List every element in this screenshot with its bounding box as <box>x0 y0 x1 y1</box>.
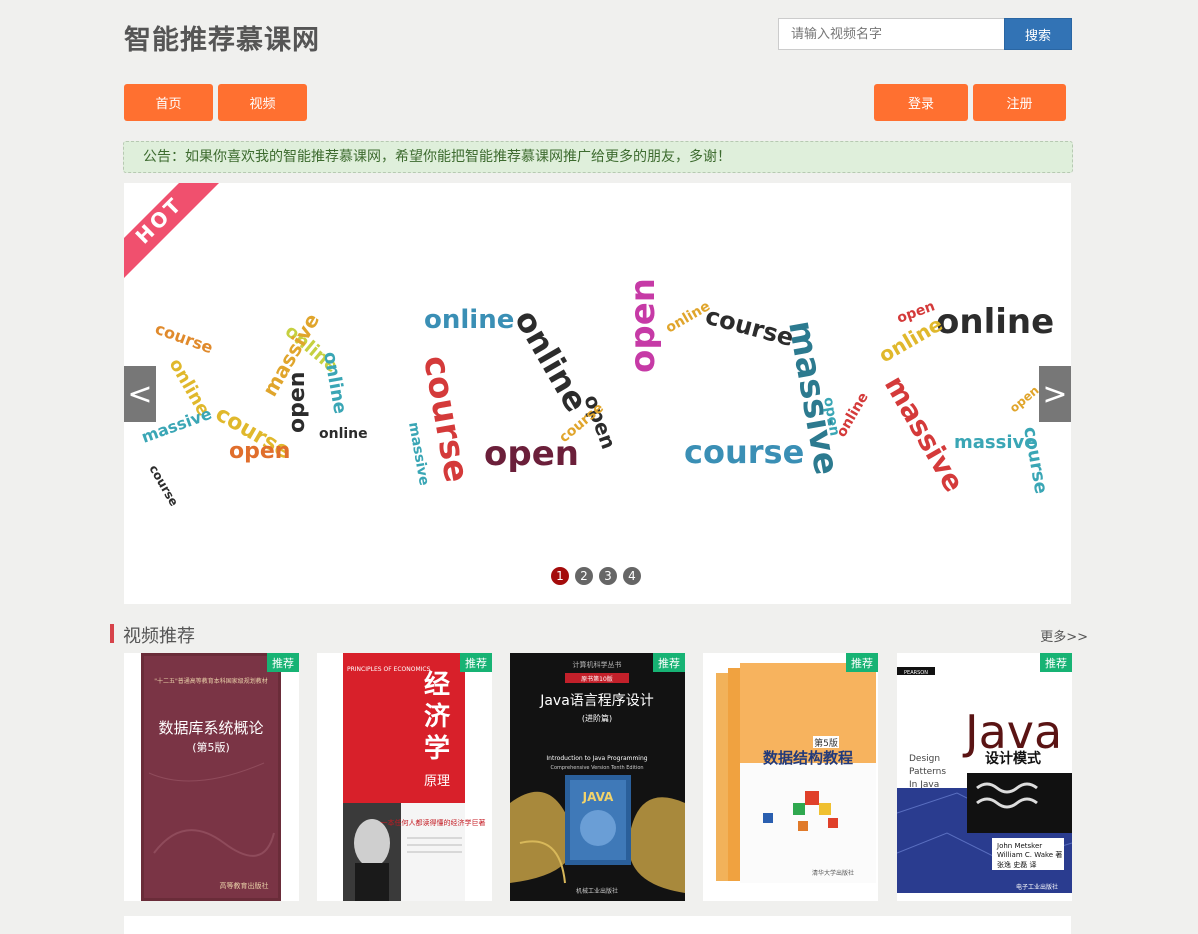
svg-text:原理: 原理 <box>424 774 450 789</box>
video-card-4[interactable]: 第5版 数据结构教程 清华大学出版社 推荐 <box>703 653 878 901</box>
svg-text:(第5版): (第5版) <box>192 740 230 754</box>
svg-text:online: online <box>319 426 368 442</box>
recommend-badge: 推荐 <box>267 653 299 672</box>
mooc-banner-image: course open online massive course online… <box>128 278 1055 509</box>
svg-text:一本任何人都读得懂的经济学巨著: 一本任何人都读得懂的经济学巨著 <box>381 818 486 827</box>
carousel-next-button[interactable]: > <box>1039 366 1071 422</box>
svg-text:course: course <box>153 319 216 357</box>
svg-text:济: 济 <box>424 702 451 732</box>
svg-text:(进阶篇): (进阶篇) <box>582 713 612 723</box>
svg-text:"十二五"普通高等教育本科国家级规划教材: "十二五"普通高等教育本科国家级规划教材 <box>154 677 268 685</box>
content-panel <box>124 916 1071 934</box>
chevron-right-icon: > <box>1042 376 1068 412</box>
carousel-dot-4[interactable]: 4 <box>623 567 641 585</box>
svg-text:Introduction to Java Programmi: Introduction to Java Programming <box>546 755 647 762</box>
section-accent-bar <box>110 624 114 643</box>
book-cover-java-programming: 计算机科学丛书 原书第10版 Java语言程序设计 (进阶篇) Introduc… <box>510 653 685 901</box>
svg-text:open: open <box>229 439 290 464</box>
svg-text:数据库系统概论: 数据库系统概论 <box>158 719 263 737</box>
book-cover-design-patterns: PEARSON Java 设计模式 Design Patterns In Jav… <box>897 653 1072 901</box>
svg-text:online: online <box>424 305 514 335</box>
announcement-banner: 公告：如果你喜欢我的智能推荐慕课网，希望你能把智能推荐慕课网推广给更多的朋友，多… <box>123 141 1073 173</box>
svg-text:Design: Design <box>909 754 940 764</box>
search-box: 搜索 <box>778 18 1072 50</box>
recommend-section-header: 视频推荐 更多>> <box>110 622 1088 647</box>
carousel-pagination: 1 2 3 4 <box>551 567 641 585</box>
svg-text:高等教育出版社: 高等教育出版社 <box>220 881 269 890</box>
svg-text:数据结构教程: 数据结构教程 <box>763 749 853 767</box>
svg-text:电子工业出版社: 电子工业出版社 <box>1016 883 1058 891</box>
carousel: course open online massive course online… <box>124 183 1071 604</box>
video-card-2[interactable]: PRINCIPLES OF ECONOMICS 经 济 学 原理 一本任何人都读… <box>317 653 492 901</box>
svg-text:第5版: 第5版 <box>814 737 838 749</box>
carousel-dot-1[interactable]: 1 <box>551 567 569 585</box>
svg-text:PRINCIPLES OF ECONOMICS: PRINCIPLES OF ECONOMICS <box>347 666 431 673</box>
book-cover-economics: PRINCIPLES OF ECONOMICS 经 济 学 原理 一本任何人都读… <box>343 653 486 901</box>
svg-text:计算机科学丛书: 计算机科学丛书 <box>573 660 622 669</box>
svg-text:Comprehensive Version Tenth Ed: Comprehensive Version Tenth Edition <box>550 765 643 771</box>
letter-m-word-cloud: course open online massive course online… <box>128 309 367 508</box>
letter-o-word-cloud-2: course open massive course online online… <box>623 278 872 478</box>
carousel-dot-2[interactable]: 2 <box>575 567 593 585</box>
svg-text:Java语言程序设计: Java语言程序设计 <box>539 693 654 709</box>
carousel-dot-3[interactable]: 3 <box>599 567 617 585</box>
book-cover-database: "十二五"普通高等教育本科国家级规划教材 数据库系统概论 (第5版) 高等教育出… <box>141 653 281 901</box>
search-input[interactable] <box>778 18 1004 50</box>
svg-text:William C. Wake 著: William C. Wake 著 <box>997 850 1062 859</box>
register-button[interactable]: 注册 <box>973 84 1066 121</box>
carousel-prev-button[interactable]: < <box>124 366 156 422</box>
svg-text:清华大学出版社: 清华大学出版社 <box>812 869 854 877</box>
svg-text:Patterns: Patterns <box>909 767 946 777</box>
svg-text:原书第10版: 原书第10版 <box>581 675 613 683</box>
svg-text:course: course <box>146 463 181 509</box>
more-link[interactable]: 更多>> <box>1040 626 1088 645</box>
svg-text:online: online <box>936 302 1054 342</box>
video-card-5[interactable]: PEARSON Java 设计模式 Design Patterns In Jav… <box>897 653 1072 901</box>
section-title: 视频推荐 <box>123 626 195 647</box>
recommend-badge: 推荐 <box>460 653 492 672</box>
svg-text:course: course <box>1019 425 1051 495</box>
hot-ribbon: HOT <box>124 183 219 278</box>
svg-text:经: 经 <box>424 669 450 700</box>
search-button[interactable]: 搜索 <box>1004 18 1072 50</box>
svg-text:online: online <box>319 350 351 415</box>
svg-text:PEARSON: PEARSON <box>904 670 928 676</box>
letter-c-word-cloud: online online open massive massive cours… <box>875 298 1055 497</box>
svg-text:张逸 史磊 译: 张逸 史磊 译 <box>997 860 1036 869</box>
video-card-3[interactable]: 计算机科学丛书 原书第10版 Java语言程序设计 (进阶篇) Introduc… <box>510 653 685 901</box>
svg-text:open: open <box>285 372 310 433</box>
svg-text:JAVA: JAVA <box>582 790 614 804</box>
site-title: 智能推荐慕课网 <box>124 25 320 56</box>
recommend-badge: 推荐 <box>653 653 685 672</box>
svg-text:open: open <box>1007 383 1042 415</box>
nav-video-button[interactable]: 视频 <box>218 84 307 121</box>
svg-text:open: open <box>623 278 663 373</box>
recommend-badge: 推荐 <box>1040 653 1072 672</box>
login-button[interactable]: 登录 <box>874 84 968 121</box>
nav-home-button[interactable]: 首页 <box>124 84 213 121</box>
chevron-left-icon: < <box>127 376 153 412</box>
book-cover-data-structures: 第5版 数据结构教程 清华大学出版社 <box>703 653 878 901</box>
letter-o-word-cloud: online online course open open massive c… <box>405 303 621 487</box>
recommend-badge: 推荐 <box>846 653 878 672</box>
svg-text:John Metsker: John Metsker <box>996 842 1042 850</box>
svg-text:course: course <box>684 433 804 471</box>
svg-text:设计模式: 设计模式 <box>985 750 1041 767</box>
svg-text:机械工业出版社: 机械工业出版社 <box>576 887 618 895</box>
video-card-1[interactable]: "十二五"普通高等教育本科国家级规划教材 数据库系统概论 (第5版) 高等教育出… <box>124 653 299 901</box>
svg-text:学: 学 <box>424 733 450 764</box>
